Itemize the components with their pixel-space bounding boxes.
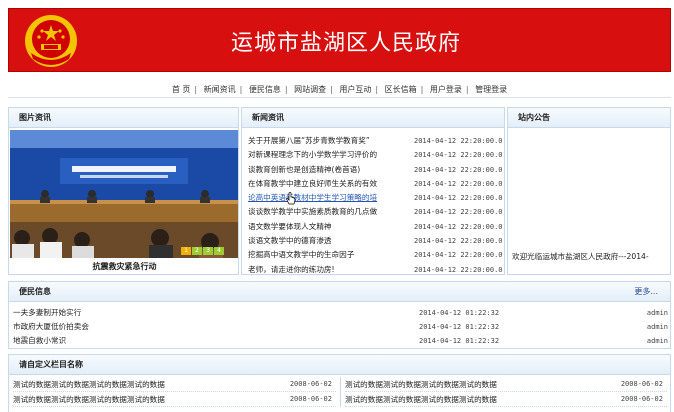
nav-item-mailbox[interactable]: 区长信箱 bbox=[385, 85, 417, 94]
custom-column-right: 测试的数据测试的数据测试的数据测试的数据 2008-06-02 测试的数据测试的数… bbox=[340, 377, 671, 407]
info-item-author: admin bbox=[646, 323, 668, 331]
info-item-title[interactable]: 市政府大厦低价拍卖会 bbox=[13, 322, 89, 331]
custom-item-date: 2008-06-02 bbox=[620, 380, 663, 388]
custom-column-left: 测试的数据测试的数据测试的数据测试的数据 2008-06-02 测试的数据测试的数… bbox=[9, 377, 340, 407]
custom-item-date: 2008-06-02 bbox=[620, 395, 663, 403]
photo-caption[interactable]: 抗震救灾紧急行动 bbox=[9, 261, 240, 272]
nav-item-admin-login[interactable]: 管理登录 bbox=[475, 85, 507, 94]
news-item-date: 2014-04-12 22:20:00.0 bbox=[414, 222, 503, 231]
custom-item-title[interactable]: 测试的数据测试的数据测试的数据测试的数据 bbox=[345, 380, 497, 389]
hand-cursor-icon bbox=[286, 192, 296, 205]
nav-item-survey[interactable]: 网站调查 bbox=[294, 85, 326, 94]
info-item[interactable]: 地震自救小常识 2014-04-12 01:22:32 admin bbox=[13, 334, 668, 348]
news-item-date: 2014-04-12 22:20:00.0 bbox=[414, 137, 503, 145]
nav-item-home[interactable]: 首 页 bbox=[172, 85, 191, 94]
news-item[interactable]: 在体育教学中建立良好师生关系的有效 2014-04-12 22:20:00.0 bbox=[248, 177, 504, 191]
photo-news-heading: 图片资讯 bbox=[9, 108, 238, 128]
news-item-date: 2014-04-12 22:20:00.0 bbox=[414, 179, 503, 188]
info-item-title[interactable]: 地震自救小常识 bbox=[13, 336, 66, 345]
news-item-title[interactable]: 谈教育创新也是创造精神(卷首语) bbox=[248, 163, 410, 177]
custom-panel: 请自定义栏目名称 测试的数据测试的数据测试的数据测试的数据 2008-06-02 … bbox=[8, 354, 671, 412]
news-item[interactable]: 谈谈数学教学中实施素质教育的几点做 2014-04-12 22:20:00.0 bbox=[248, 205, 504, 219]
nav-separator: | bbox=[239, 85, 243, 94]
news-item[interactable]: 挖掘高中语文教学中的生命因子 2014-04-12 22:20:00.0 bbox=[248, 248, 504, 262]
news-item[interactable]: 老师，请走进你的练功房! 2014-04-12 22:20:00.0 bbox=[248, 263, 504, 277]
custom-item[interactable]: 测试的数据测试的数据测试的数据测试的数据 2008-06-02 bbox=[13, 377, 336, 392]
site-title: 运城市盐湖区人民政府 bbox=[231, 31, 462, 56]
photo-page-3[interactable]: 3 bbox=[203, 247, 213, 255]
custom-item[interactable]: 测试的数据测试的数据测试的数据测试的数据 2008-06-02 bbox=[345, 377, 667, 392]
nav-separator: | bbox=[465, 85, 469, 94]
nav-separator: | bbox=[375, 85, 379, 94]
custom-item-title[interactable]: 测试的数据测试的数据测试的数据测试的数据 bbox=[13, 380, 165, 389]
info-item-date: 2014-04-12 01:22:32 bbox=[419, 323, 500, 331]
news-item[interactable]: 语文数学要体现人文精神 2014-04-12 22:20:00.0 bbox=[248, 220, 504, 234]
info-item-title[interactable]: 一夫多妻制开始实行 bbox=[13, 308, 81, 317]
news-item-title[interactable]: 挖掘高中语文教学中的生命因子 bbox=[248, 248, 410, 262]
notice-heading: 站内公告 bbox=[508, 108, 670, 128]
info-item-date: 2014-04-12 01:22:32 bbox=[419, 337, 500, 345]
news-item-title[interactable]: 语文数学要体现人文精神 bbox=[248, 220, 410, 234]
info-item-author: admin bbox=[646, 309, 668, 317]
custom-item-title[interactable]: 测试的数据测试的数据测试的数据测试的数据 bbox=[13, 395, 165, 404]
news-item-title[interactable]: 论高中英语新教材中学生学习策略的培 bbox=[248, 191, 410, 205]
news-item-date: 2014-04-12 22:20:00.0 bbox=[414, 265, 503, 274]
info-heading: 便民信息 bbox=[9, 282, 670, 302]
news-photo[interactable] bbox=[10, 130, 238, 258]
news-item-title[interactable]: 对新课程理念下的小学数学学习评价的 bbox=[248, 148, 410, 162]
main-nav: 首 页 | 新闻资讯 | 便民信息 | 网站调查 | 用户互动 | 区长信箱 | 用户登录 |… bbox=[8, 81, 671, 98]
news-item-title[interactable]: 谈语文教学中的德育渗透 bbox=[248, 234, 410, 248]
nav-item-user-login[interactable]: 用户登录 bbox=[430, 85, 462, 94]
photo-page-1[interactable]: 1 bbox=[181, 247, 191, 255]
custom-heading: 请自定义栏目名称 bbox=[9, 355, 670, 375]
news-item[interactable]: 对新课程理念下的小学数学学习评价的 2014-04-12 22:20:00.0 bbox=[248, 148, 504, 162]
news-item-date: 2014-04-12 22:20:00.0 bbox=[414, 251, 503, 260]
news-item-title[interactable]: 在体育教学中建立良好师生关系的有效 bbox=[248, 177, 410, 191]
news-item-date: 2014-04-12 22:20:00.0 bbox=[414, 151, 503, 160]
custom-item-title[interactable]: 测试的数据测试的数据测试的数据测试的数据 bbox=[345, 395, 497, 404]
photo-page-2[interactable]: 2 bbox=[192, 247, 202, 255]
custom-item-date: 2008-06-02 bbox=[289, 380, 332, 388]
news-item-title[interactable]: 老师，请走进你的练功房! bbox=[248, 263, 410, 277]
news-item-date: 2014-04-12 22:20:00.0 bbox=[414, 194, 503, 203]
info-item[interactable]: 一夫多妻制开始实行 2014-04-12 01:22:32 admin bbox=[13, 306, 668, 320]
news-item-title[interactable]: 关于开展第八届“苏步青数学教育奖” bbox=[248, 134, 410, 148]
info-item[interactable]: 市政府大厦低价拍卖会 2014-04-12 01:22:32 admin bbox=[13, 320, 668, 334]
news-item-date: 2014-04-12 22:20:00.0 bbox=[414, 237, 503, 246]
info-panel: 便民信息 更多... 一夫多妻制开始实行 2014-04-12 01:22:32 a… bbox=[8, 281, 671, 349]
custom-item-date: 2008-06-02 bbox=[289, 395, 332, 403]
national-emblem-icon bbox=[25, 15, 77, 67]
info-more-link[interactable]: 更多... bbox=[634, 282, 658, 302]
info-item-author: admin bbox=[646, 337, 668, 345]
news-heading: 新闻资讯 bbox=[242, 108, 504, 128]
news-item[interactable]: 谈教育创新也是创造精神(卷首语) 2014-04-12 22:20:00.0 bbox=[248, 163, 504, 177]
notice-panel: 站内公告 欢迎光临运城市盐湖区人民政府---2014- bbox=[507, 107, 671, 275]
nav-separator: | bbox=[330, 85, 333, 94]
news-item-date: 2014-04-12 22:20:00.0 bbox=[414, 208, 503, 217]
news-panel: 新闻资讯 关于开展第八届“苏步青数学教育奖” 2014-04-12 22:20:0… bbox=[241, 107, 505, 275]
custom-item[interactable]: 测试的数据测试的数据测试的数据测试的数据 2008-06-02 bbox=[345, 392, 667, 407]
custom-item[interactable]: 测试的数据测试的数据测试的数据测试的数据 2008-06-02 bbox=[13, 392, 336, 407]
info-list: 一夫多妻制开始实行 2014-04-12 01:22:32 admin 市政府大厦低… bbox=[13, 306, 668, 348]
photo-news-panel: 图片资讯 1 2 3 4 抗震救灾紧急行动 bbox=[8, 107, 239, 275]
press-conference-image bbox=[10, 130, 238, 258]
photo-pager: 1 2 3 4 bbox=[181, 247, 224, 255]
nav-item-news[interactable]: 新闻资讯 bbox=[204, 85, 236, 94]
news-item-date: 2014-04-12 22:20:00.0 bbox=[414, 165, 503, 174]
notice-marquee[interactable]: 欢迎光临运城市盐湖区人民政府---2014- bbox=[512, 251, 670, 262]
custom-grid: 测试的数据测试的数据测试的数据测试的数据 2008-06-02 测试的数据测试的数… bbox=[9, 377, 672, 407]
nav-separator: | bbox=[194, 85, 198, 94]
news-item[interactable]: 谈语文教学中的德育渗透 2014-04-12 22:20:00.0 bbox=[248, 234, 504, 248]
info-item-date: 2014-04-12 01:22:32 bbox=[419, 309, 500, 317]
photo-page-4[interactable]: 4 bbox=[214, 247, 224, 255]
nav-separator: | bbox=[284, 85, 288, 94]
news-item-title[interactable]: 谈谈数学教学中实施素质教育的几点做 bbox=[248, 205, 410, 219]
nav-separator: | bbox=[420, 85, 424, 94]
news-item[interactable]: 关于开展第八届“苏步青数学教育奖” 2014-04-12 22:20:00.0 bbox=[248, 134, 504, 148]
nav-item-interaction[interactable]: 用户互动 bbox=[339, 85, 371, 94]
header-banner: 运城市盐湖区人民政府 bbox=[8, 8, 671, 72]
nav-item-info[interactable]: 便民信息 bbox=[249, 85, 281, 94]
